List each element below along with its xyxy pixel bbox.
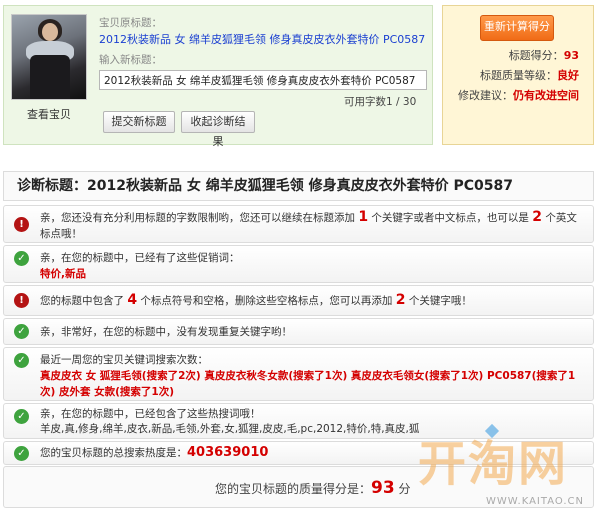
result-row-word-count: ! 亲，您还没有充分利用标题的字数限制哟，您还可以继续在标题添加 1 个关键字或… [3, 205, 594, 243]
keyword-search-list: 真皮皮衣 女 狐狸毛领(搜索了2次) 真皮皮衣秋冬女款(搜索了1次) 真皮皮衣毛… [40, 370, 576, 398]
quality-level-row: 标题质量等级：良好 [480, 67, 579, 83]
hot-words-list: 羊皮,真,修身,绵羊,皮衣,新品,毛领,外套,女,狐狸,皮皮,毛,pc,2012… [40, 423, 420, 435]
row-text-part: 您的标题中包含了 [40, 295, 128, 307]
remaining-keywords-count: 1 [358, 209, 369, 225]
result-row-duplicates: ✓ 亲，非常好，在您的标题中，没有发现重复关键字哟！ [3, 318, 594, 345]
quality-level-label: 标题质量等级： [480, 69, 557, 82]
title-score-label: 标题得分： [508, 49, 564, 62]
advice-row: 修改建议：仍有改进空间 [458, 87, 579, 103]
result-row-text: 您的宝贝标题的总搜索热度是：403639010 [40, 445, 581, 461]
row-text-part: 个关键字或者中文标点，也可以是 [368, 212, 533, 224]
final-score-row: 您的宝贝标题的质量得分是：93 分 [3, 466, 594, 508]
product-thumbnail[interactable] [11, 14, 87, 100]
advice-value: 仍有改进空间 [513, 89, 579, 102]
title-score-value: 93 [563, 49, 579, 62]
result-row-text: 亲，您还没有充分利用标题的字数限制哟，您还可以继续在标题添加 1 个关键字或者中… [40, 209, 581, 242]
final-score-unit: 分 [394, 482, 411, 496]
row-text-part: 亲，您还没有充分利用标题的字数限制哟，您还可以继续在标题添加 [40, 212, 359, 224]
new-title-label: 输入新标题： [99, 54, 162, 66]
title-editor-panel: 查看宝贝 宝贝原标题： 2012秋装新品 女 绵羊皮狐狸毛领 修身真皮皮衣外套特… [3, 5, 433, 148]
thumb-coat-shape [30, 55, 70, 99]
result-row-text: 亲，非常好，在您的标题中，没有发现重复关键字哟！ [40, 326, 292, 338]
row-text-part: 个标点符号和空格，删除这些空格标点，您可以再添加 [137, 295, 396, 307]
search-heat-value: 403639010 [187, 445, 269, 460]
advice-label: 修改建议： [458, 89, 513, 102]
result-row-text: 亲，在您的标题中，已经包含了这些热搜词哦！ [40, 408, 261, 420]
result-row-punctuation: ! 您的标题中包含了 4 个标点符号和空格，删除这些空格标点，您可以再添加 2 … [3, 285, 594, 316]
result-row-hot-words: ✓ 亲，在您的标题中，已经包含了这些热搜词哦！ 羊皮,真,修身,绵羊,皮衣,新品… [3, 403, 594, 439]
row-text-part: 个关键字哦！ [405, 295, 472, 307]
quality-level-value: 良好 [557, 69, 579, 82]
new-title-input[interactable] [99, 70, 427, 90]
check-icon: ✓ [14, 251, 29, 266]
original-title-label: 宝贝原标题： [99, 17, 162, 29]
result-row-text: 您的标题中包含了 4 个标点符号和空格，删除这些空格标点，您可以再添加 2 个关… [40, 292, 581, 309]
search-heat-label: 您的宝贝标题的总搜索热度是： [40, 447, 187, 459]
check-icon: ✓ [14, 353, 29, 368]
result-row-text: 亲，在您的标题中，已经有了这些促销词： [40, 252, 240, 264]
check-icon: ✓ [14, 324, 29, 339]
final-score-label: 您的宝贝标题的质量得分是： [215, 482, 372, 496]
result-row-search-heat: ✓ 您的宝贝标题的总搜索热度是：403639010 [3, 441, 594, 465]
collapse-results-button[interactable]: 收起诊断结果 [181, 111, 255, 148]
final-score-text: 您的宝贝标题的质量得分是：93 分 [215, 478, 411, 498]
addable-keywords-count: 2 [395, 292, 406, 308]
result-row-text: 最近一周您的宝贝关键词搜索次数： [40, 354, 208, 366]
score-panel: 重新计算得分 标题得分：93 标题质量等级：良好 修改建议：仍有改进空间 [442, 5, 594, 145]
warning-icon: ! [14, 293, 29, 308]
diagnosis-heading: 诊断标题：2012秋装新品 女 绵羊皮狐狸毛领 修身真皮皮衣外套特价 PC058… [3, 171, 594, 201]
result-row-promo-words: ✓ 亲，在您的标题中，已经有了这些促销词： 特价,新品 [3, 245, 594, 283]
title-score-row: 标题得分：93 [509, 47, 579, 63]
original-title-text[interactable]: 2012秋装新品 女 绵羊皮狐狸毛领 修身真皮皮衣外套特价 PC0587 [99, 31, 425, 47]
warning-icon: ! [14, 217, 29, 232]
final-score-value: 93 [371, 478, 395, 498]
thumb-head-shape [42, 23, 58, 41]
remaining-punct-count: 2 [532, 209, 543, 225]
promo-words-list: 特价,新品 [40, 268, 86, 280]
punctuation-count: 4 [127, 292, 138, 308]
char-count: 可用字数1 / 30 [344, 96, 417, 108]
result-row-keyword-searches: ✓ 最近一周您的宝贝关键词搜索次数： 真皮皮衣 女 狐狸毛领(搜索了2次) 真皮… [3, 347, 594, 401]
submit-new-title-button[interactable]: 提交新标题 [103, 111, 175, 133]
recalculate-score-button[interactable]: 重新计算得分 [480, 15, 554, 41]
view-item-link[interactable]: 查看宝贝 [14, 106, 84, 122]
check-icon: ✓ [14, 446, 29, 461]
check-icon: ✓ [14, 409, 29, 424]
